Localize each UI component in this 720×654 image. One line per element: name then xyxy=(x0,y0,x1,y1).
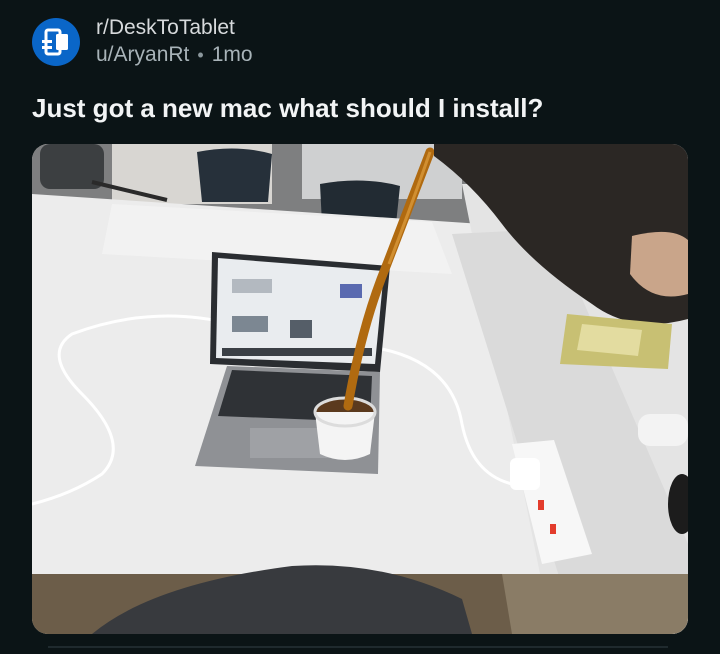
subreddit-name[interactable]: r/DeskToTablet xyxy=(96,15,253,41)
post-byline: u/AryanRt • 1mo xyxy=(96,41,253,69)
desk-tablet-icon xyxy=(42,28,68,56)
post-meta: r/DeskToTablet u/AryanRt • 1mo xyxy=(96,15,253,69)
subreddit-avatar[interactable] xyxy=(32,18,80,66)
post-age: 1mo xyxy=(211,43,253,66)
post-header: r/DeskToTablet u/AryanRt • 1mo xyxy=(32,12,253,72)
meta-separator: • xyxy=(197,45,204,65)
author-link[interactable]: u/AryanRt xyxy=(96,41,189,69)
post-footer-edge xyxy=(48,646,668,654)
post-image[interactable] xyxy=(32,144,688,634)
reddit-post: r/DeskToTablet u/AryanRt • 1mo Just got … xyxy=(0,0,720,654)
post-title[interactable]: Just got a new mac what should I install… xyxy=(32,88,692,128)
